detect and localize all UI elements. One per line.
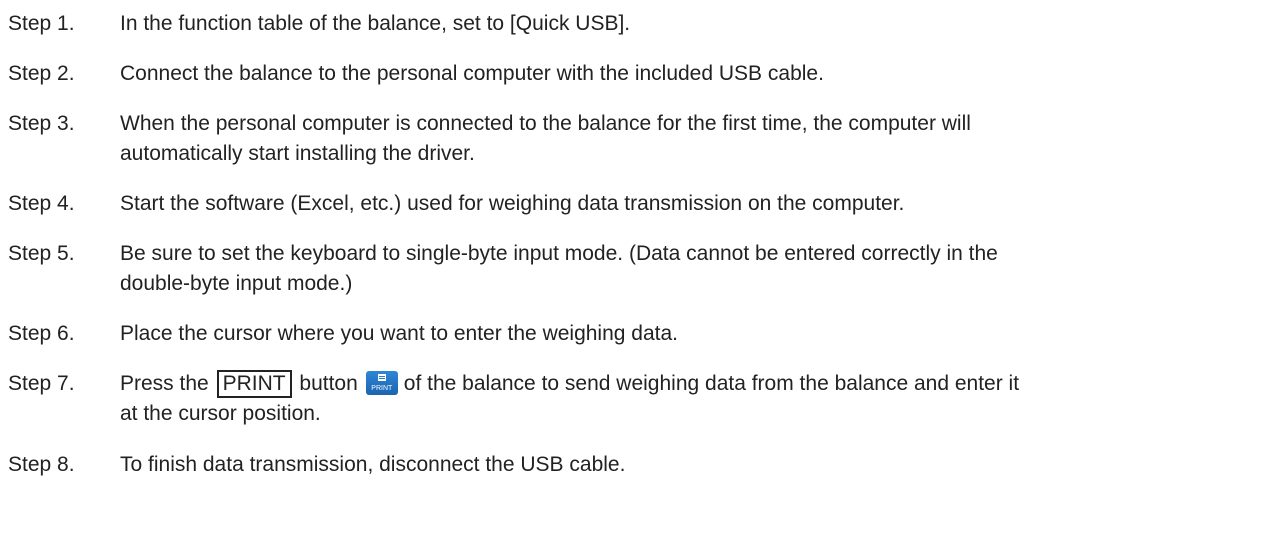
step-text: To finish data transmission, disconnect … — [120, 450, 1210, 480]
step-number: Step 3. — [8, 112, 75, 135]
print-key-icon-label: PRINT — [371, 385, 393, 392]
step-number: Step 8. — [8, 453, 75, 476]
step-text: When the personal computer is connected … — [120, 109, 1210, 169]
step-text: Press the PRINT button PRINT of the balanc… — [120, 369, 1210, 429]
print-key-label: PRINT — [216, 370, 292, 398]
step-text-line: automatically start installing the drive… — [120, 142, 475, 165]
step-text: Be sure to set the keyboard to single-by… — [120, 239, 1210, 299]
step-text-line: Connect the balance to the personal comp… — [120, 62, 824, 85]
step-text-line: Press the PRINT button PRINT of the balanc… — [120, 369, 1210, 399]
step-text-line: Place the cursor where you want to enter… — [120, 322, 678, 345]
step-text-line: When the personal computer is connected … — [120, 112, 971, 135]
printer-glyph-icon — [377, 374, 386, 381]
step-text-segment: Press the — [120, 372, 209, 395]
step-text-line: at the cursor position. — [120, 402, 321, 425]
step-number: Step 2. — [8, 62, 75, 85]
step-text-line: double-byte input mode.) — [120, 272, 353, 295]
step-text: In the function table of the balance, se… — [120, 9, 1210, 39]
step-text-line: In the function table of the balance, se… — [120, 12, 631, 35]
print-key-icon: PRINT — [365, 371, 398, 395]
step-text-line: Be sure to set the keyboard to single-by… — [120, 242, 998, 265]
step-number: Step 4. — [8, 192, 75, 215]
step-text-segment: of the balance to send weighing data fro… — [403, 372, 1020, 395]
step-text-line: To finish data transmission, disconnect … — [120, 453, 626, 476]
step-text: Connect the balance to the personal comp… — [120, 59, 1210, 89]
step-text: Start the software (Excel, etc.) used fo… — [120, 189, 1210, 219]
step-text-segment: button — [299, 372, 358, 395]
step-number: Step 6. — [8, 322, 75, 345]
step-number: Step 5. — [8, 242, 75, 265]
step-text-line: Start the software (Excel, etc.) used fo… — [120, 192, 905, 215]
step-number: Step 1. — [8, 12, 75, 35]
step-number: Step 7. — [8, 372, 75, 395]
step-text: Place the cursor where you want to enter… — [120, 319, 1210, 349]
